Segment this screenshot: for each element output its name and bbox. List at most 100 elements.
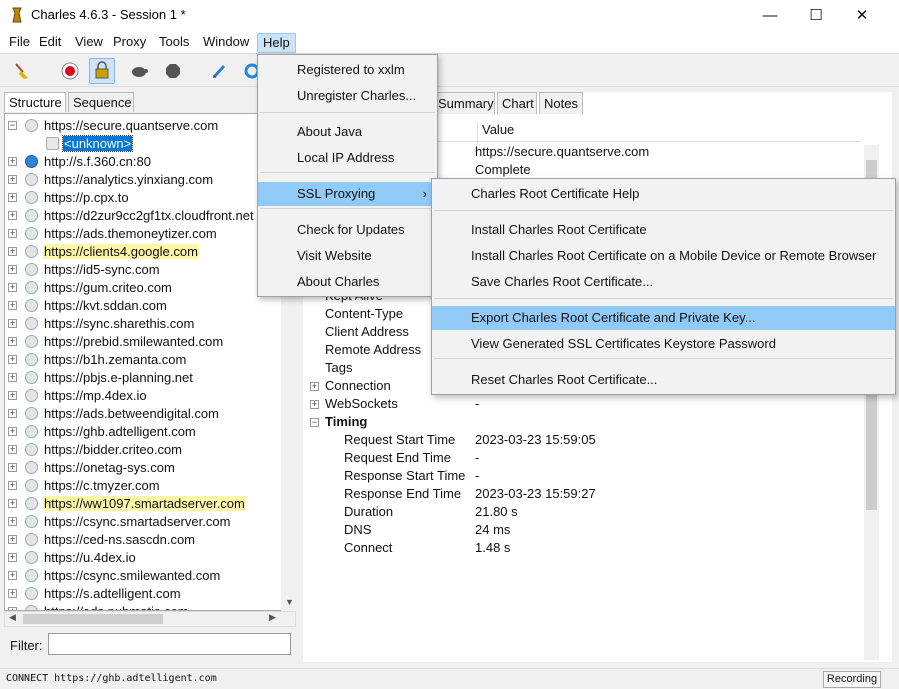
ssl-menu-item[interactable]: Save Charles Root Certificate...	[432, 270, 895, 294]
expand-icon[interactable]: +	[8, 319, 17, 328]
scroll-right-icon[interactable]: ▶	[269, 612, 276, 623]
tree-row[interactable]: + https://ced-ns.sascdn.com	[5, 531, 265, 549]
recording-button[interactable]: Recording	[823, 671, 881, 688]
expand-icon[interactable]: +	[8, 409, 17, 418]
expand-icon[interactable]: +	[8, 553, 17, 562]
expand-icon[interactable]: +	[310, 382, 319, 391]
expand-icon[interactable]: +	[8, 499, 17, 508]
tree-row[interactable]: + https://ww1097.smartadserver.com	[5, 495, 265, 513]
ssl-menu-item[interactable]: View Generated SSL Certificates Keystore…	[432, 332, 895, 356]
expand-icon[interactable]: +	[8, 337, 17, 346]
collapse-icon[interactable]: −	[310, 418, 319, 427]
turtle-icon[interactable]	[126, 58, 152, 84]
tree-row[interactable]: + https://c.tmyzer.com	[5, 477, 265, 495]
expand-icon[interactable]: +	[8, 283, 17, 292]
menu-window[interactable]: Window	[198, 33, 254, 53]
expand-icon[interactable]: +	[8, 427, 17, 436]
tree-row[interactable]: <unknown>	[5, 135, 265, 153]
tree-row[interactable]: + https://clients4.google.com	[5, 243, 265, 261]
broom-icon[interactable]	[9, 58, 35, 84]
stop-icon[interactable]	[160, 58, 186, 84]
tree-row[interactable]: − https://secure.quantserve.com	[5, 117, 265, 135]
tree-row[interactable]: + https://id5-sync.com	[5, 261, 265, 279]
tree-row[interactable]: + https://prebid.smilewanted.com	[5, 333, 265, 351]
menu-view[interactable]: View	[70, 33, 108, 53]
ssl-menu-item[interactable]: Install Charles Root Certificate on a Mo…	[432, 244, 895, 268]
tree-row[interactable]: + https://pbjs.e-planning.net	[5, 369, 265, 387]
tree-row[interactable]: + https://sync.sharethis.com	[5, 315, 265, 333]
ssl-menu-item[interactable]: Install Charles Root Certificate	[432, 218, 895, 242]
throttle-icon[interactable]	[89, 58, 115, 84]
ssl-menu-item[interactable]: Reset Charles Root Certificate...	[432, 368, 895, 392]
tab-sequence[interactable]: Sequence	[68, 92, 134, 112]
ssl-menu-item[interactable]: Charles Root Certificate Help	[432, 182, 895, 206]
expand-icon[interactable]: +	[310, 400, 319, 409]
help-menu-item[interactable]: Unregister Charles...	[258, 84, 437, 108]
tree-row[interactable]: + https://u.4dex.io	[5, 549, 265, 567]
filter-input[interactable]	[48, 633, 291, 655]
expand-icon[interactable]: +	[8, 301, 17, 310]
menu-edit[interactable]: Edit	[34, 33, 66, 53]
expand-icon[interactable]: +	[8, 211, 17, 220]
expand-icon[interactable]: +	[8, 445, 17, 454]
globe-icon	[25, 443, 38, 456]
expand-icon[interactable]: +	[8, 157, 17, 166]
expand-icon[interactable]: +	[8, 175, 17, 184]
expand-icon[interactable]: +	[8, 571, 17, 580]
expand-icon[interactable]: +	[8, 391, 17, 400]
expand-icon[interactable]: +	[8, 517, 17, 526]
tree-row[interactable]: + https://d2zur9cc2gf1tx.cloudfront.net	[5, 207, 265, 225]
expand-icon[interactable]: +	[8, 463, 17, 472]
expand-icon[interactable]: +	[8, 355, 17, 364]
tree-row[interactable]: +https://ads.pubmatic.com	[5, 603, 265, 610]
help-menu-item[interactable]: Visit Website	[258, 244, 437, 268]
tree-row[interactable]: + http://s.f.360.cn:80	[5, 153, 265, 171]
tree-row[interactable]: + https://ghb.adtelligent.com	[5, 423, 265, 441]
pen-icon[interactable]	[206, 58, 232, 84]
expand-icon[interactable]: +	[8, 535, 17, 544]
help-menu-item[interactable]: Local IP Address	[258, 146, 437, 170]
horizontal-scroll-thumb[interactable]	[23, 614, 163, 624]
lock-icon	[46, 137, 59, 150]
expand-icon[interactable]: +	[8, 589, 17, 598]
expand-icon[interactable]: +	[8, 247, 17, 256]
tree-row[interactable]: + https://b1h.zemanta.com	[5, 351, 265, 369]
expand-icon[interactable]: +	[8, 481, 17, 490]
collapse-icon[interactable]: −	[8, 121, 17, 130]
help-menu-item[interactable]: Registered to xxlm	[258, 58, 437, 82]
minimize-button[interactable]: —	[747, 0, 793, 30]
tree-row[interactable]: + https://onetag-sys.com	[5, 459, 265, 477]
tree-row[interactable]: + https://kvt.sddan.com	[5, 297, 265, 315]
tree-row[interactable]: + https://csync.smartadserver.com	[5, 513, 265, 531]
help-menu-item[interactable]: About Charles	[258, 270, 437, 294]
expand-icon[interactable]: +	[8, 229, 17, 238]
left-horizontal-scrollbar[interactable]: ◀ ▶	[4, 611, 296, 627]
close-button[interactable]: ✕	[839, 0, 885, 30]
expand-icon[interactable]: +	[8, 373, 17, 382]
tree-row[interactable]: + https://bidder.criteo.com	[5, 441, 265, 459]
expand-icon[interactable]: +	[8, 193, 17, 202]
tree-row[interactable]: + https://mp.4dex.io	[5, 387, 265, 405]
tree-row[interactable]: + https://p.cpx.to	[5, 189, 265, 207]
menu-help[interactable]: Help	[257, 33, 296, 53]
record-icon[interactable]	[57, 58, 83, 84]
maximize-button[interactable]: ☐	[793, 0, 839, 30]
tree-row[interactable]: + https://ads.betweendigital.com	[5, 405, 265, 423]
scroll-down-icon[interactable]: ▼	[285, 597, 294, 607]
property-name: Response End Time	[344, 486, 462, 501]
tab-structure[interactable]: Structure	[4, 92, 66, 112]
help-menu-item[interactable]: SSL Proxying ›	[258, 182, 437, 206]
tree-row[interactable]: + https://analytics.yinxiang.com	[5, 171, 265, 189]
scroll-left-icon[interactable]: ◀	[9, 612, 16, 623]
ssl-menu-item[interactable]: Export Charles Root Certificate and Priv…	[432, 306, 895, 330]
tree-row[interactable]: + https://ads.themoneytizer.com	[5, 225, 265, 243]
help-menu-item[interactable]: About Java	[258, 120, 437, 144]
tree-row[interactable]: + https://gum.criteo.com	[5, 279, 265, 297]
help-menu-item[interactable]: Check for Updates	[258, 218, 437, 242]
menu-file[interactable]: File	[4, 33, 35, 53]
menu-proxy[interactable]: Proxy	[108, 33, 151, 53]
expand-icon[interactable]: +	[8, 265, 17, 274]
tree-row[interactable]: + https://s.adtelligent.com	[5, 585, 265, 603]
tree-row[interactable]: + https://csync.smilewanted.com	[5, 567, 265, 585]
menu-tools[interactable]: Tools	[154, 33, 194, 53]
